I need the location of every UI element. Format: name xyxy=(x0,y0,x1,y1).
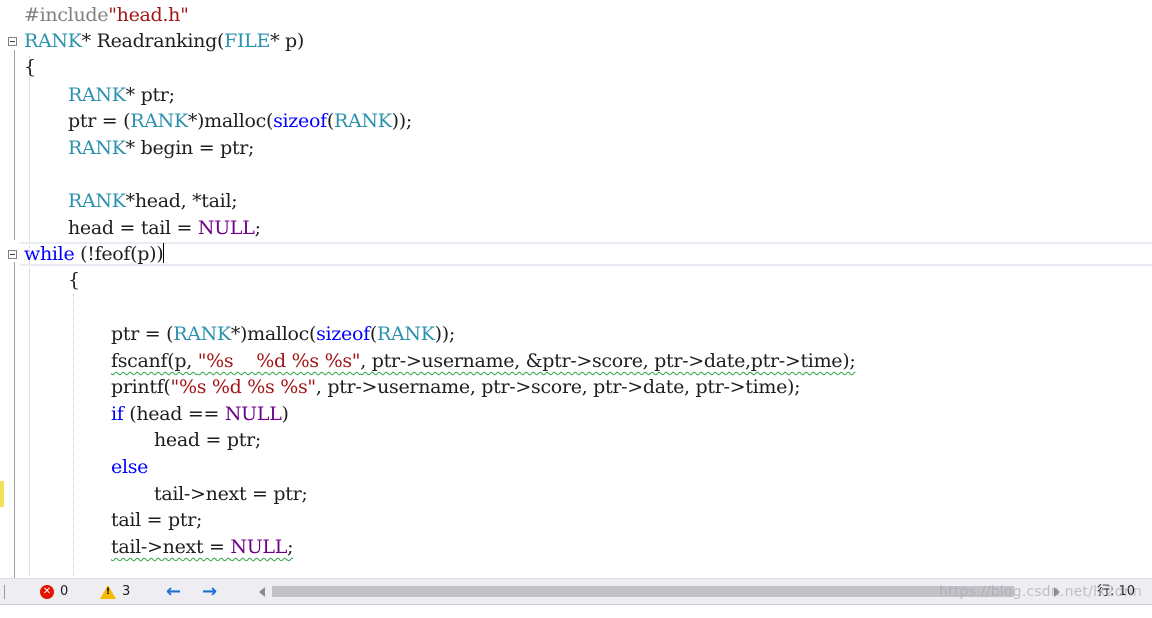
include-directive: #include xyxy=(24,4,109,26)
code-text: )); xyxy=(391,110,413,132)
code-text: , ptr->username, ptr->score, ptr->date, … xyxy=(315,376,801,398)
code-text: ; xyxy=(254,217,261,239)
code-text: ) xyxy=(281,403,289,425)
navigate-forward-button[interactable]: → xyxy=(202,579,217,605)
code-line-14[interactable]: ptr = (RANK*)malloc(sizeof(RANK)); xyxy=(111,321,455,347)
macro: NULL xyxy=(224,403,282,425)
type-name: RANK xyxy=(376,323,435,345)
code-text: (!feof(p)) xyxy=(74,243,164,265)
code-line-21[interactable]: tail = ptr; xyxy=(111,507,202,533)
unsaved-change-marker xyxy=(0,481,4,507)
collapse-function-icon[interactable] xyxy=(8,37,17,46)
code-line-2[interactable]: RANK* Readranking(FILE* p) xyxy=(24,28,304,54)
keyword: sizeof xyxy=(316,323,370,345)
code-text: head = tail = xyxy=(68,217,198,239)
code-editor[interactable]: #include"head.h" RANK* Readranking(FILE*… xyxy=(0,0,1152,578)
string-literal: "%s %d %s %s" xyxy=(197,350,361,372)
code-line-11[interactable]: while (!feof(p)) xyxy=(24,241,165,267)
string-literal: "head.h" xyxy=(108,4,189,26)
code-text: { xyxy=(68,269,80,291)
code-text: *head, *tail; xyxy=(125,190,238,212)
text-caret xyxy=(163,243,165,263)
code-text: * begin = ptr; xyxy=(125,137,255,159)
code-text: tail->next = xyxy=(111,536,231,558)
code-line-7[interactable]: RANK* begin = ptr; xyxy=(68,135,254,161)
code-line-17[interactable]: if (head == NULL) xyxy=(111,401,289,427)
code-line-20[interactable]: tail->next = ptr; xyxy=(154,481,308,507)
code-line-12[interactable]: { xyxy=(68,267,80,293)
code-text: ( xyxy=(326,110,334,132)
code-line-3[interactable]: { xyxy=(24,54,36,80)
code-text: printf( xyxy=(111,376,171,398)
code-text: { xyxy=(24,56,36,78)
type-name: RANK xyxy=(68,84,126,106)
type-name: RANK xyxy=(68,190,126,212)
code-text: * Readranking( xyxy=(81,30,225,52)
code-text: ( xyxy=(369,323,377,345)
code-text: ptr = ( xyxy=(111,323,174,345)
error-count-button[interactable]: ✕ 0 xyxy=(40,579,68,605)
bottom-strip xyxy=(0,604,1152,618)
code-line-19[interactable]: else xyxy=(111,454,148,480)
type-name: RANK xyxy=(68,137,126,159)
outline-line-function xyxy=(14,50,15,240)
watermark: https://blog.csdn.net/lx2dnn xyxy=(938,584,1142,600)
indent-guide xyxy=(73,294,74,576)
code-line-1[interactable]: #include"head.h" xyxy=(24,2,189,28)
code-text: * p) xyxy=(270,30,304,52)
horizontal-scrollbar-thumb[interactable] xyxy=(272,586,1014,597)
code-text: *)malloc( xyxy=(230,323,317,345)
warning-squiggle[interactable]: fscanf(p, "%s %d %s %s", ptr->username, … xyxy=(111,350,856,372)
error-count: 0 xyxy=(60,584,69,599)
code-text: tail->next = ptr; xyxy=(154,483,308,505)
code-text: ptr = ( xyxy=(68,110,131,132)
code-text: ; xyxy=(287,536,294,558)
warning-icon: ! xyxy=(100,585,116,599)
type-name: RANK xyxy=(333,110,392,132)
scroll-left-icon[interactable] xyxy=(259,587,265,597)
arrow-left-icon: ← xyxy=(166,581,182,602)
keyword: while xyxy=(24,243,75,265)
code-text: head = ptr; xyxy=(154,429,261,451)
code-line-22[interactable]: tail->next = NULL; xyxy=(111,534,293,560)
string-literal: "%s %d %s %s" xyxy=(170,376,317,398)
type-name: RANK xyxy=(173,323,231,345)
code-line-9[interactable]: RANK*head, *tail; xyxy=(68,188,238,214)
code-text: * ptr; xyxy=(125,84,175,106)
code-line-18[interactable]: head = ptr; xyxy=(154,427,261,453)
code-text: *)malloc( xyxy=(187,110,274,132)
arrow-right-icon: → xyxy=(202,581,218,602)
code-text: tail = ptr; xyxy=(111,509,203,531)
code-text: )); xyxy=(434,323,456,345)
code-line-16[interactable]: printf("%s %d %s %s", ptr->username, ptr… xyxy=(111,374,801,400)
macro: NULL xyxy=(230,536,288,558)
code-text: fscanf(p, xyxy=(111,350,198,372)
code-text: , ptr->username, &ptr->score, ptr->date,… xyxy=(360,350,856,372)
macro: NULL xyxy=(197,217,255,239)
indent-guide xyxy=(29,56,30,576)
warning-count: 3 xyxy=(122,584,131,599)
keyword: sizeof xyxy=(273,110,327,132)
code-line-10[interactable]: head = tail = NULL; xyxy=(68,215,261,241)
zoom-splitter[interactable] xyxy=(0,585,5,599)
code-line-5[interactable]: RANK* ptr; xyxy=(68,82,175,108)
warning-count-button[interactable]: ! 3 xyxy=(100,579,130,605)
warning-squiggle[interactable]: tail->next = NULL; xyxy=(111,536,293,558)
outline-line-while xyxy=(14,262,15,578)
code-line-6[interactable]: ptr = (RANK*)malloc(sizeof(RANK)); xyxy=(68,108,412,134)
type-name: FILE xyxy=(224,30,271,52)
collapse-while-icon[interactable] xyxy=(8,250,17,259)
navigate-back-button[interactable]: ← xyxy=(166,579,181,605)
code-line-15[interactable]: fscanf(p, "%s %d %s %s", ptr->username, … xyxy=(111,348,856,374)
keyword: else xyxy=(111,456,149,478)
current-line-highlight xyxy=(20,242,1152,266)
code-text: (head == xyxy=(123,403,225,425)
keyword: if xyxy=(111,403,124,425)
error-icon: ✕ xyxy=(40,585,54,599)
type-name: RANK xyxy=(130,110,188,132)
type-name: RANK xyxy=(24,30,82,52)
